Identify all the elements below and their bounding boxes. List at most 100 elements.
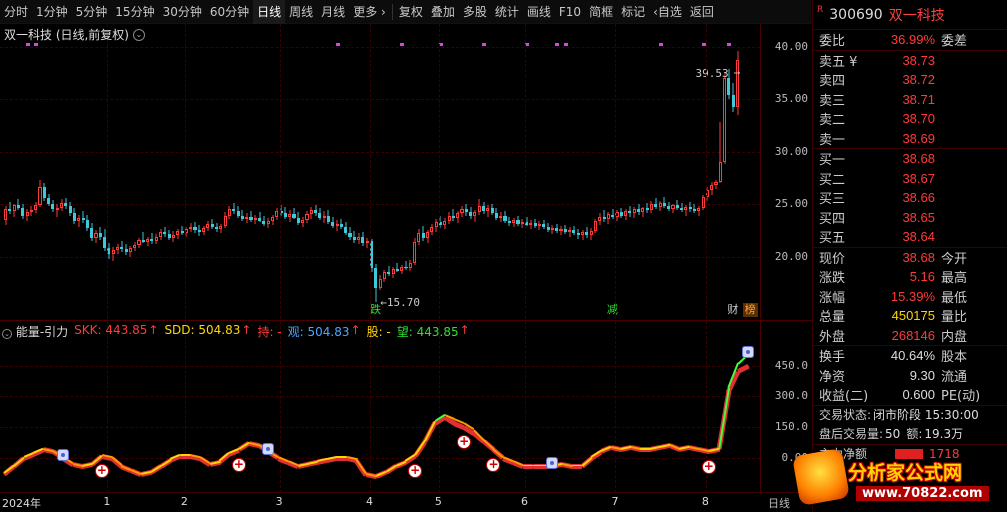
candle-body	[51, 203, 55, 210]
candle	[572, 226, 576, 236]
toolbar-item-8[interactable]: 月线	[317, 0, 349, 24]
indicator-arrow-3: ↑	[350, 323, 361, 337]
date-tick-label: 8	[701, 495, 709, 508]
quote-row-value: 38.65	[902, 209, 935, 225]
candle	[94, 230, 98, 243]
magenta-signal-dot	[335, 43, 340, 46]
toolbar-item-6[interactable]: 日线	[253, 0, 286, 24]
quote-row: 现价 38.68 今开	[813, 248, 1007, 268]
candle-body	[94, 233, 98, 238]
candle	[443, 217, 447, 230]
month-gridline	[705, 24, 707, 319]
indicator-plot-area: + + + + + +	[0, 321, 760, 493]
buy-signal-icon: +	[231, 456, 246, 472]
chevron-down-icon[interactable]: ⌄	[133, 28, 145, 41]
candle-wick	[405, 260, 407, 271]
candle	[692, 204, 697, 214]
candle	[516, 215, 520, 227]
after-hours-value: 50	[885, 426, 901, 441]
candle	[391, 267, 395, 278]
candle-body	[16, 205, 20, 209]
candle	[137, 237, 141, 249]
candle-body	[361, 236, 365, 243]
candle-body	[240, 215, 244, 219]
candle	[314, 205, 318, 216]
indicator-value-0: SKK: 443.85	[74, 323, 148, 337]
indicator-value-2: 持: -	[257, 325, 282, 339]
candle	[189, 222, 193, 233]
toolbar-item-19[interactable]: 返回	[686, 0, 718, 24]
candle-body	[322, 215, 326, 218]
candle	[473, 210, 477, 222]
event-tag-2[interactable]: 财	[725, 303, 740, 317]
candle	[542, 219, 546, 230]
candle-body	[275, 211, 279, 217]
toolbar-item-3[interactable]: 15分钟	[111, 0, 158, 24]
indicator-arrow-5: ↑	[459, 323, 470, 337]
toolbar-item-17[interactable]: 标记	[617, 0, 649, 24]
quote-row-label: 净资	[819, 369, 846, 385]
candle-body	[189, 227, 193, 230]
candle	[249, 211, 253, 222]
buy-signal-icon: +	[94, 463, 109, 479]
toolbar-item-13[interactable]: 统计	[491, 0, 523, 24]
toolbar-item-5[interactable]: 60分钟	[206, 0, 253, 24]
chart-toolbar: 分时 1分钟 5分钟 15分钟 30分钟 60分钟 日线 周线 月线 更多 › 复权 叠加 多股 统计 画线…	[0, 0, 812, 24]
candle	[146, 236, 150, 246]
candle-body	[296, 217, 300, 223]
toolbar-item-11[interactable]: 叠加	[427, 0, 459, 24]
toolbar-item-4[interactable]: 30分钟	[159, 0, 206, 24]
candle-body	[301, 219, 305, 223]
month-gridline	[438, 24, 440, 319]
toolbar-item-7[interactable]: 周线	[285, 0, 317, 24]
candle-body	[219, 226, 223, 230]
candle-body	[598, 216, 602, 221]
candle-body	[197, 230, 201, 233]
event-tag-1[interactable]: 减	[605, 303, 620, 317]
candle-wick	[78, 214, 80, 228]
quote-row: 卖一 38.69	[813, 129, 1007, 149]
toolbar-item-9[interactable]: 更多 ›	[349, 0, 390, 24]
toolbar-item-14[interactable]: 画线	[523, 0, 555, 24]
date-tick-label: 3	[275, 495, 283, 508]
quote-row: 换手 40.64% 股本	[813, 346, 1007, 366]
toolbar-item-18[interactable]: ‹自选	[649, 0, 686, 24]
toolbar-item-2[interactable]: 5分钟	[72, 0, 112, 24]
candle	[688, 201, 692, 213]
period-label[interactable]: 日线	[768, 495, 790, 511]
candle	[193, 221, 197, 234]
candle-body	[503, 215, 507, 221]
candle-body	[434, 221, 438, 228]
candle-body	[146, 238, 150, 242]
indicator-name[interactable]: ⌄ 能量-引力	[2, 323, 68, 340]
candle-body	[206, 223, 210, 229]
quote-row-label-2: 最高	[941, 271, 968, 287]
candle-body	[675, 205, 679, 209]
candle	[365, 237, 369, 249]
buy-signal-icon: +	[486, 456, 501, 472]
event-tag-3[interactable]: 榜	[742, 303, 758, 317]
candle	[120, 240, 124, 253]
toolbar-item-12[interactable]: 多股	[459, 0, 491, 24]
candle	[537, 220, 542, 231]
toolbar-item-15[interactable]: F10	[555, 0, 585, 24]
candle	[395, 262, 399, 273]
quote-row-label-2: 今开	[941, 251, 968, 267]
quote-row-label: 涨跌	[819, 271, 846, 287]
toolbar-item-10[interactable]: 复权	[395, 0, 427, 24]
chevron-down-icon[interactable]: ⌄	[2, 329, 12, 339]
candle-body	[477, 206, 481, 213]
candle-body	[245, 216, 249, 219]
candle	[520, 218, 524, 229]
candle	[141, 232, 145, 243]
candle	[115, 243, 120, 255]
candle	[611, 209, 615, 219]
toolbar-item-1[interactable]: 1分钟	[32, 0, 72, 24]
quote-row-label-2: 最低	[941, 290, 968, 306]
candle	[42, 183, 46, 201]
candle	[602, 210, 606, 222]
candle	[322, 211, 326, 223]
toolbar-item-0[interactable]: 分时	[0, 0, 32, 24]
weicha-label: 委差	[941, 34, 968, 50]
toolbar-item-16[interactable]: 简框	[585, 0, 617, 24]
